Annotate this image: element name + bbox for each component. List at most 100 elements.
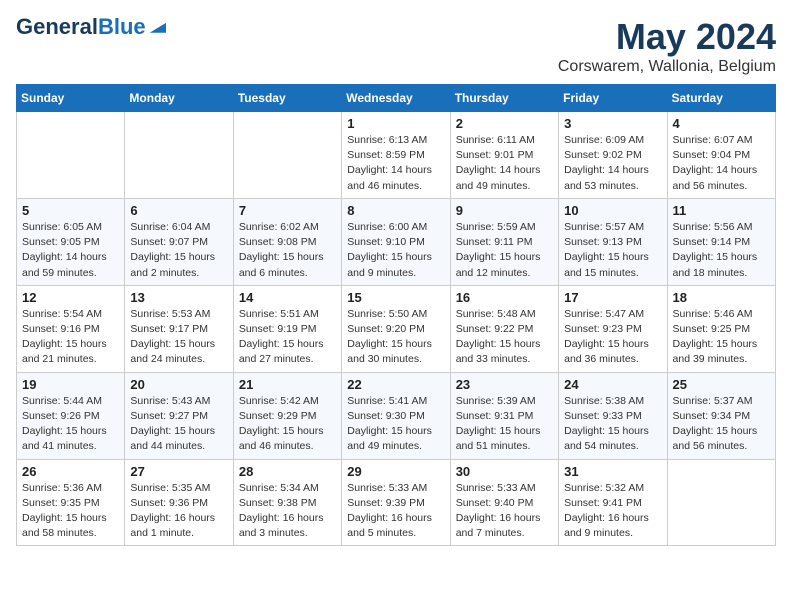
calendar-title: May 2024 bbox=[558, 16, 776, 58]
calendar-cell: 9 Sunrise: 5:59 AM Sunset: 9:11 PM Daylig… bbox=[450, 198, 558, 285]
day-number: 24 bbox=[564, 377, 661, 392]
calendar-cell: 1 Sunrise: 6:13 AM Sunset: 8:59 PM Daylig… bbox=[342, 112, 450, 199]
day-number: 1 bbox=[347, 116, 444, 131]
calendar-cell: 11 Sunrise: 5:56 AM Sunset: 9:14 PM Dayli… bbox=[667, 198, 775, 285]
calendar-week-row: 26 Sunrise: 5:36 AM Sunset: 9:35 PM Dayli… bbox=[17, 459, 776, 546]
day-info: Sunrise: 5:56 AM Sunset: 9:14 PM Dayligh… bbox=[673, 220, 770, 281]
day-info: Sunrise: 5:44 AM Sunset: 9:26 PM Dayligh… bbox=[22, 394, 119, 455]
logo-blue: Blue bbox=[98, 14, 146, 39]
calendar-table: SundayMondayTuesdayWednesdayThursdayFrid… bbox=[16, 84, 776, 546]
day-number: 18 bbox=[673, 290, 770, 305]
day-of-week-header: Friday bbox=[559, 85, 667, 112]
day-info: Sunrise: 6:07 AM Sunset: 9:04 PM Dayligh… bbox=[673, 133, 770, 194]
day-number: 14 bbox=[239, 290, 336, 305]
day-info: Sunrise: 5:32 AM Sunset: 9:41 PM Dayligh… bbox=[564, 481, 661, 542]
day-number: 5 bbox=[22, 203, 119, 218]
day-info: Sunrise: 6:02 AM Sunset: 9:08 PM Dayligh… bbox=[239, 220, 336, 281]
logo-general: General bbox=[16, 14, 98, 39]
page-header: GeneralBlue May 2024 Corswarem, Wallonia… bbox=[16, 16, 776, 76]
day-info: Sunrise: 5:50 AM Sunset: 9:20 PM Dayligh… bbox=[347, 307, 444, 368]
calendar-body: 1 Sunrise: 6:13 AM Sunset: 8:59 PM Daylig… bbox=[17, 112, 776, 546]
day-of-week-header: Thursday bbox=[450, 85, 558, 112]
day-number: 23 bbox=[456, 377, 553, 392]
day-info: Sunrise: 6:11 AM Sunset: 9:01 PM Dayligh… bbox=[456, 133, 553, 194]
day-info: Sunrise: 6:13 AM Sunset: 8:59 PM Dayligh… bbox=[347, 133, 444, 194]
calendar-cell: 24 Sunrise: 5:38 AM Sunset: 9:33 PM Dayli… bbox=[559, 372, 667, 459]
calendar-cell: 30 Sunrise: 5:33 AM Sunset: 9:40 PM Dayli… bbox=[450, 459, 558, 546]
calendar-week-row: 12Sunrise: 5:54 AM Sunset: 9:16 PM Dayli… bbox=[17, 285, 776, 372]
calendar-week-row: 19 Sunrise: 5:44 AM Sunset: 9:26 PM Dayli… bbox=[17, 372, 776, 459]
day-info: Sunrise: 5:53 AM Sunset: 9:17 PM Dayligh… bbox=[130, 307, 227, 368]
calendar-cell: 22 Sunrise: 5:41 AM Sunset: 9:30 PM Dayli… bbox=[342, 372, 450, 459]
calendar-cell: 16Sunrise: 5:48 AM Sunset: 9:22 PM Dayli… bbox=[450, 285, 558, 372]
day-number: 7 bbox=[239, 203, 336, 218]
calendar-cell: 6Sunrise: 6:04 AM Sunset: 9:07 PM Daylig… bbox=[125, 198, 233, 285]
day-number: 12 bbox=[22, 290, 119, 305]
calendar-cell: 31 Sunrise: 5:32 AM Sunset: 9:41 PM Dayli… bbox=[559, 459, 667, 546]
day-info: Sunrise: 6:04 AM Sunset: 9:07 PM Dayligh… bbox=[130, 220, 227, 281]
logo-icon bbox=[148, 21, 166, 33]
day-info: Sunrise: 5:34 AM Sunset: 9:38 PM Dayligh… bbox=[239, 481, 336, 542]
day-of-week-header: Monday bbox=[125, 85, 233, 112]
day-of-week-header: Wednesday bbox=[342, 85, 450, 112]
day-number: 20 bbox=[130, 377, 227, 392]
day-of-week-header: Sunday bbox=[17, 85, 125, 112]
day-number: 22 bbox=[347, 377, 444, 392]
day-of-week-header: Saturday bbox=[667, 85, 775, 112]
day-number: 13 bbox=[130, 290, 227, 305]
title-block: May 2024 Corswarem, Wallonia, Belgium bbox=[558, 16, 776, 76]
day-number: 21 bbox=[239, 377, 336, 392]
day-info: Sunrise: 5:47 AM Sunset: 9:23 PM Dayligh… bbox=[564, 307, 661, 368]
day-number: 2 bbox=[456, 116, 553, 131]
calendar-cell: 13 Sunrise: 5:53 AM Sunset: 9:17 PM Dayli… bbox=[125, 285, 233, 372]
calendar-cell: 29Sunrise: 5:33 AM Sunset: 9:39 PM Dayli… bbox=[342, 459, 450, 546]
day-info: Sunrise: 5:51 AM Sunset: 9:19 PM Dayligh… bbox=[239, 307, 336, 368]
day-info: Sunrise: 5:57 AM Sunset: 9:13 PM Dayligh… bbox=[564, 220, 661, 281]
day-info: Sunrise: 5:36 AM Sunset: 9:35 PM Dayligh… bbox=[22, 481, 119, 542]
calendar-cell: 12Sunrise: 5:54 AM Sunset: 9:16 PM Dayli… bbox=[17, 285, 125, 372]
logo-text: GeneralBlue bbox=[16, 16, 146, 38]
calendar-cell: 5Sunrise: 6:05 AM Sunset: 9:05 PM Daylig… bbox=[17, 198, 125, 285]
calendar-cell bbox=[125, 112, 233, 199]
day-info: Sunrise: 5:39 AM Sunset: 9:31 PM Dayligh… bbox=[456, 394, 553, 455]
day-info: Sunrise: 5:33 AM Sunset: 9:40 PM Dayligh… bbox=[456, 481, 553, 542]
calendar-cell: 17Sunrise: 5:47 AM Sunset: 9:23 PM Dayli… bbox=[559, 285, 667, 372]
day-number: 30 bbox=[456, 464, 553, 479]
calendar-cell: 18Sunrise: 5:46 AM Sunset: 9:25 PM Dayli… bbox=[667, 285, 775, 372]
calendar-cell bbox=[667, 459, 775, 546]
day-info: Sunrise: 6:09 AM Sunset: 9:02 PM Dayligh… bbox=[564, 133, 661, 194]
day-number: 27 bbox=[130, 464, 227, 479]
calendar-cell: 8Sunrise: 6:00 AM Sunset: 9:10 PM Daylig… bbox=[342, 198, 450, 285]
day-number: 31 bbox=[564, 464, 661, 479]
calendar-cell: 14 Sunrise: 5:51 AM Sunset: 9:19 PM Dayli… bbox=[233, 285, 341, 372]
calendar-header: SundayMondayTuesdayWednesdayThursdayFrid… bbox=[17, 85, 776, 112]
day-info: Sunrise: 5:43 AM Sunset: 9:27 PM Dayligh… bbox=[130, 394, 227, 455]
day-info: Sunrise: 5:37 AM Sunset: 9:34 PM Dayligh… bbox=[673, 394, 770, 455]
day-info: Sunrise: 5:38 AM Sunset: 9:33 PM Dayligh… bbox=[564, 394, 661, 455]
day-number: 11 bbox=[673, 203, 770, 218]
day-info: Sunrise: 5:48 AM Sunset: 9:22 PM Dayligh… bbox=[456, 307, 553, 368]
day-number: 28 bbox=[239, 464, 336, 479]
day-number: 19 bbox=[22, 377, 119, 392]
day-number: 4 bbox=[673, 116, 770, 131]
calendar-cell: 15 Sunrise: 5:50 AM Sunset: 9:20 PM Dayli… bbox=[342, 285, 450, 372]
calendar-cell bbox=[233, 112, 341, 199]
day-number: 25 bbox=[673, 377, 770, 392]
calendar-cell: 28 Sunrise: 5:34 AM Sunset: 9:38 PM Dayli… bbox=[233, 459, 341, 546]
calendar-cell: 4 Sunrise: 6:07 AM Sunset: 9:04 PM Daylig… bbox=[667, 112, 775, 199]
calendar-week-row: 5Sunrise: 6:05 AM Sunset: 9:05 PM Daylig… bbox=[17, 198, 776, 285]
day-info: Sunrise: 5:33 AM Sunset: 9:39 PM Dayligh… bbox=[347, 481, 444, 542]
calendar-cell: 3 Sunrise: 6:09 AM Sunset: 9:02 PM Daylig… bbox=[559, 112, 667, 199]
day-number: 9 bbox=[456, 203, 553, 218]
day-number: 10 bbox=[564, 203, 661, 218]
day-number: 26 bbox=[22, 464, 119, 479]
calendar-cell: 26 Sunrise: 5:36 AM Sunset: 9:35 PM Dayli… bbox=[17, 459, 125, 546]
calendar-cell: 19 Sunrise: 5:44 AM Sunset: 9:26 PM Dayli… bbox=[17, 372, 125, 459]
calendar-week-row: 1 Sunrise: 6:13 AM Sunset: 8:59 PM Daylig… bbox=[17, 112, 776, 199]
logo: GeneralBlue bbox=[16, 16, 166, 38]
day-number: 15 bbox=[347, 290, 444, 305]
day-info: Sunrise: 5:59 AM Sunset: 9:11 PM Dayligh… bbox=[456, 220, 553, 281]
day-number: 3 bbox=[564, 116, 661, 131]
day-info: Sunrise: 5:41 AM Sunset: 9:30 PM Dayligh… bbox=[347, 394, 444, 455]
calendar-cell bbox=[17, 112, 125, 199]
